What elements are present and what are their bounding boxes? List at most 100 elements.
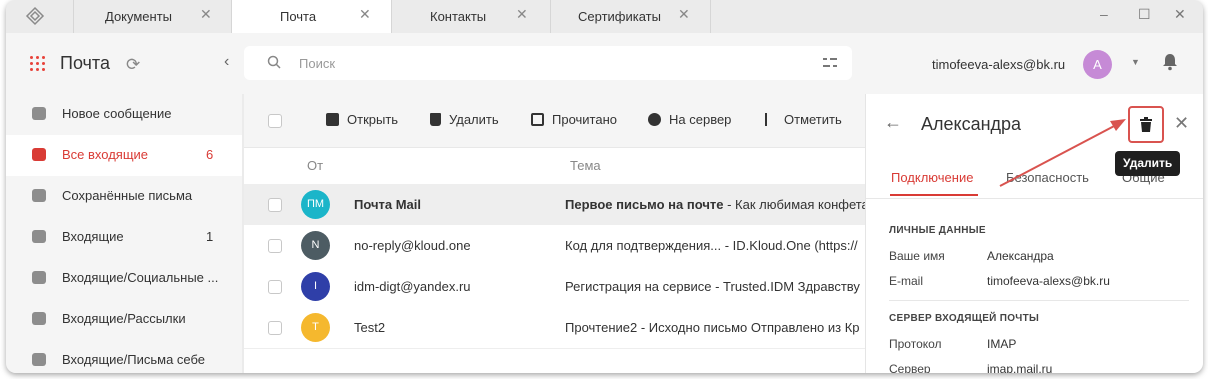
- close-icon[interactable]: ✕: [1174, 113, 1189, 134]
- row-checkbox[interactable]: [268, 280, 282, 294]
- envelope-open-icon: [531, 113, 544, 126]
- tab-connection[interactable]: Подключение: [891, 170, 973, 185]
- table-row[interactable]: N no-reply@kloud.one Код для подтвержден…: [244, 225, 865, 267]
- avatar[interactable]: A: [1083, 50, 1112, 79]
- plus-icon: [32, 107, 46, 120]
- sidebar-item-self-notes[interactable]: Входящие/Письма себе: [6, 340, 242, 373]
- table-row[interactable]: T Test2 Прочтение2 - Исходно письмо Отпр…: [244, 307, 865, 349]
- tab-label: Сертификаты: [578, 9, 661, 24]
- filter-icon[interactable]: [822, 56, 838, 70]
- open-icon: [326, 113, 339, 126]
- column-from[interactable]: От: [307, 158, 323, 173]
- close-icon[interactable]: ✕: [516, 6, 528, 23]
- divider: [889, 300, 1189, 301]
- row-subject: Прочтение2 - Исходно письмо Отправлено и…: [565, 320, 860, 335]
- protocol-value: IMAP: [987, 337, 1017, 351]
- row-checkbox[interactable]: [268, 321, 282, 335]
- inbox-icon: [32, 148, 46, 161]
- tab-mail[interactable]: Почта ✕: [231, 0, 391, 33]
- tab-label: Контакты: [430, 9, 487, 24]
- name-value: Александра: [987, 249, 1054, 263]
- close-icon[interactable]: ✕: [678, 6, 690, 23]
- close-icon[interactable]: ✕: [359, 6, 371, 23]
- trash-icon: [430, 113, 441, 126]
- mail-icon: [32, 230, 46, 243]
- sidebar-item-social[interactable]: Входящие/Социальные ...: [6, 258, 242, 299]
- folder-icon: [32, 312, 46, 325]
- panel-title: Александра: [921, 114, 1022, 134]
- avatar: I: [301, 272, 330, 301]
- maximize-button[interactable]: ☐: [1138, 6, 1151, 23]
- row-subject: Первое письмо на почте - Как любимая кон…: [565, 197, 865, 212]
- window-close-button[interactable]: ✕: [1174, 6, 1186, 23]
- section-incoming-server: СЕРВЕР ВХОДЯЩЕЙ ПОЧТЫ: [889, 313, 1040, 324]
- sidebar: Новое сообщение Все входящие 6 Сохранённ…: [6, 94, 242, 373]
- arrow-left-icon[interactable]: ←: [884, 112, 902, 133]
- sidebar-item-saved[interactable]: Сохранённые письма: [6, 176, 242, 217]
- mark-read-button[interactable]: Прочитано: [531, 112, 617, 127]
- delete-account-button[interactable]: [1128, 106, 1164, 143]
- app-logo-icon: [25, 6, 45, 26]
- server-label: Сервер: [889, 362, 931, 373]
- app-header: Почта ⟳ ‹ Поиск timofeeva-alexs@bk.ru A …: [6, 33, 1203, 94]
- protocol-label: Протокол: [889, 337, 942, 351]
- user-email[interactable]: timofeeva-alexs@bk.ru: [932, 57, 1065, 72]
- tab-security[interactable]: Безопасность: [1006, 170, 1089, 185]
- table-row[interactable]: I idm-digt@yandex.ru Регистрация на серв…: [244, 266, 865, 308]
- row-from: no-reply@kloud.one: [354, 238, 471, 253]
- app-window: Документы ✕ Почта ✕ Контакты ✕ Сертифика…: [6, 0, 1203, 373]
- close-icon[interactable]: ✕: [200, 6, 212, 23]
- tab-bar: Документы ✕ Почта ✕ Контакты ✕ Сертифика…: [6, 0, 1203, 33]
- select-all-checkbox[interactable]: [268, 114, 282, 128]
- sidebar-item-newsletters[interactable]: Входящие/Рассылки: [6, 299, 242, 340]
- search-placeholder: Поиск: [299, 56, 336, 71]
- row-from: Почта Mail: [354, 197, 421, 212]
- row-checkbox[interactable]: [268, 239, 282, 253]
- server-icon: [648, 113, 661, 126]
- account-panel: ← Александра ✕ Подключение Безопасность …: [865, 94, 1203, 373]
- sidebar-item-label: Входящие/Социальные ...: [62, 270, 219, 285]
- sidebar-item-label: Все входящие: [62, 147, 149, 162]
- sidebar-item-inbox[interactable]: Входящие 1: [6, 217, 242, 258]
- row-checkbox[interactable]: [268, 198, 282, 212]
- message-list: Открыть Удалить Прочитано На сервер Отме…: [244, 94, 865, 373]
- chevron-left-icon[interactable]: ‹: [224, 53, 229, 71]
- to-server-button[interactable]: На сервер: [648, 112, 731, 127]
- sidebar-item-new-message[interactable]: Новое сообщение: [6, 94, 242, 135]
- avatar: T: [301, 313, 330, 342]
- name-label: Ваше имя: [889, 249, 945, 263]
- search-icon: [267, 55, 281, 69]
- column-subject[interactable]: Тема: [570, 158, 601, 173]
- unread-count: 6: [206, 147, 214, 162]
- minimize-button[interactable]: –: [1100, 6, 1108, 22]
- sidebar-item-label: Сохранённые письма: [62, 188, 193, 203]
- tab-label: Почта: [280, 9, 317, 24]
- section-personal: ЛИЧНЫЕ ДАННЫЕ: [889, 225, 986, 236]
- app-title: Почта: [60, 53, 110, 73]
- sidebar-item-label: Новое сообщение: [62, 106, 172, 121]
- active-tab-indicator: [890, 194, 978, 196]
- bell-icon[interactable]: [1162, 53, 1178, 71]
- open-button[interactable]: Открыть: [326, 112, 398, 127]
- divider: [866, 198, 1203, 199]
- delete-tooltip: Удалить: [1115, 151, 1181, 176]
- sidebar-item-all-inbox[interactable]: Все входящие 6: [6, 135, 242, 176]
- unread-count: 1: [206, 229, 214, 244]
- search-input[interactable]: Поиск: [244, 46, 852, 80]
- folder-icon: [32, 353, 46, 366]
- delete-button[interactable]: Удалить: [430, 112, 499, 127]
- flag-icon: [765, 113, 776, 126]
- folder-icon: [32, 271, 46, 284]
- tab-documents[interactable]: Документы ✕: [73, 0, 231, 33]
- trash-icon: [1140, 117, 1152, 132]
- sync-icon[interactable]: ⟳: [126, 55, 140, 75]
- tab-certificates[interactable]: Сертификаты ✕: [550, 0, 711, 33]
- flag-button[interactable]: Отметить: [765, 112, 842, 127]
- tab-contacts[interactable]: Контакты ✕: [391, 0, 550, 33]
- apps-grid-icon[interactable]: [30, 56, 46, 72]
- chevron-down-icon[interactable]: ▼: [1131, 57, 1140, 67]
- row-from: idm-digt@yandex.ru: [354, 279, 471, 294]
- email-label: E-mail: [889, 274, 924, 288]
- table-row[interactable]: ПМ Почта Mail Первое письмо на почте - К…: [244, 184, 865, 226]
- avatar: N: [301, 231, 330, 260]
